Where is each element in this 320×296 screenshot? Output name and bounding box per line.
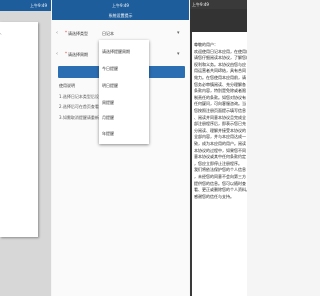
status-bar: 上午9:49 xyxy=(0,0,51,11)
dropdown-option[interactable]: 月提醒 xyxy=(102,115,114,121)
left-chevron-icon: ‹ xyxy=(56,51,58,57)
dropdown-option[interactable]: 今日提醒 xyxy=(102,66,118,72)
status-bar: 上午9:49 xyxy=(190,0,247,9)
agreement-line: 用运营者共同缔结，具有合同 xyxy=(194,68,246,74)
agreement-line: 看、更正或删除您的个人资料。 xyxy=(194,187,247,193)
left-chevron-icon: ‹ xyxy=(56,30,58,36)
agreement-line: 部注册程序后，即表示您已充 xyxy=(194,121,246,127)
agreement-line: 、阅读并同意本协议且完成全 xyxy=(194,114,246,120)
agreement-line: 您务必审慎阅读、充分理解各 xyxy=(194,81,246,87)
agreement-line: 权利和义务。本协议由您与应 xyxy=(194,61,246,67)
agreement-line: 尊敬的用户： xyxy=(194,42,218,47)
agreement-line: 意本协议或其中任何条款约定 xyxy=(194,154,246,160)
settings-panel: 上午9:49 系统设置提示 ‹ * 请选择类型 日记本 ▾ ‹ * 请选择周期 … xyxy=(52,0,189,296)
agreement-line: 感谢您的信任与支持。 xyxy=(194,193,234,199)
agreement-line: 本协议的过程中，如果您不同 xyxy=(194,147,246,153)
required-mark-icon: * xyxy=(65,30,67,35)
agreement-line: 请您仔细阅读本协议，了解您的 xyxy=(194,55,247,61)
chevron-down-icon[interactable]: ▾ xyxy=(177,51,180,57)
cycle-label: 请选择周期 xyxy=(68,52,88,57)
dropdown-option[interactable]: 年提醒 xyxy=(102,131,114,137)
agreement-line: 致，成为本应用的用户。阅读 xyxy=(194,141,246,146)
agreement-line: 欢迎使用日记本应用，在使用前 xyxy=(194,48,247,54)
side-sheet[interactable]: 、 xyxy=(0,22,38,237)
dropdown-option[interactable]: 请选择提醒周期 xyxy=(102,49,130,55)
status-bar: 上午9:49 xyxy=(52,0,189,11)
dim-overlay xyxy=(190,9,247,32)
notes-title: 使用说明 xyxy=(59,83,75,88)
dropdown-option[interactable]: 明日提醒 xyxy=(102,83,118,89)
agreement-line: 全部内容，并与本应用达成一 xyxy=(194,134,246,140)
status-time: 上午9:49 xyxy=(112,3,129,8)
agreement-line: 制责任的条款。如您对协议有 xyxy=(194,94,246,100)
agreement-line: 条款内容，特别是免除或者限 xyxy=(194,88,246,94)
cycle-dropdown-menu: 请选择提醒周期 今日提醒 明日提醒 周提醒 月提醒 年提醒 xyxy=(99,40,149,144)
status-time: 上午9:49 xyxy=(30,3,47,8)
agreement-document[interactable]: 尊敬的用户： 欢迎使用日记本应用，在使用前 请您仔细阅读本协议，了解您的 权利和义务。… xyxy=(192,32,247,296)
required-mark-icon: * xyxy=(65,51,67,56)
type-select-row[interactable]: ‹ * 请选择类型 日记本 ▾ xyxy=(52,26,189,40)
chevron-down-icon[interactable]: ▾ xyxy=(177,30,180,36)
agreement-line: 效力。在您使用本应用前，请 xyxy=(194,75,246,80)
agreement-line: 提供您的信息。您可以随时查 xyxy=(194,180,246,186)
agreement-line: 我们将依法保护您的个人信息 xyxy=(194,167,246,173)
agreement-line: 您按照注册页面提示填写信息 xyxy=(194,108,246,113)
agreement-line: 分阅读、理解并接受本协议的 xyxy=(194,127,246,133)
status-time: 上午9:49 xyxy=(192,2,209,7)
page-title: 系统设置提示 xyxy=(52,11,189,20)
agreement-line: 任何疑问，可向客服咨询。当 xyxy=(194,101,246,107)
agreement-line: ，未经您的同意不会向第三方 xyxy=(194,174,246,179)
left-app-panel: 上午9:49 、 xyxy=(0,0,51,296)
type-label: 请选择类型 xyxy=(68,31,88,36)
dropdown-option[interactable]: 周提醒 xyxy=(102,100,114,106)
type-value[interactable]: 日记本 xyxy=(102,31,114,37)
sheet-text: 、 xyxy=(0,30,4,35)
agreement-panel: 上午9:49 尊敬的用户： 欢迎使用日记本应用，在使用前 请您仔细阅读本协议，了解您… xyxy=(190,0,247,296)
agreement-line: ，您应立即停止注册程序。 xyxy=(194,160,242,166)
